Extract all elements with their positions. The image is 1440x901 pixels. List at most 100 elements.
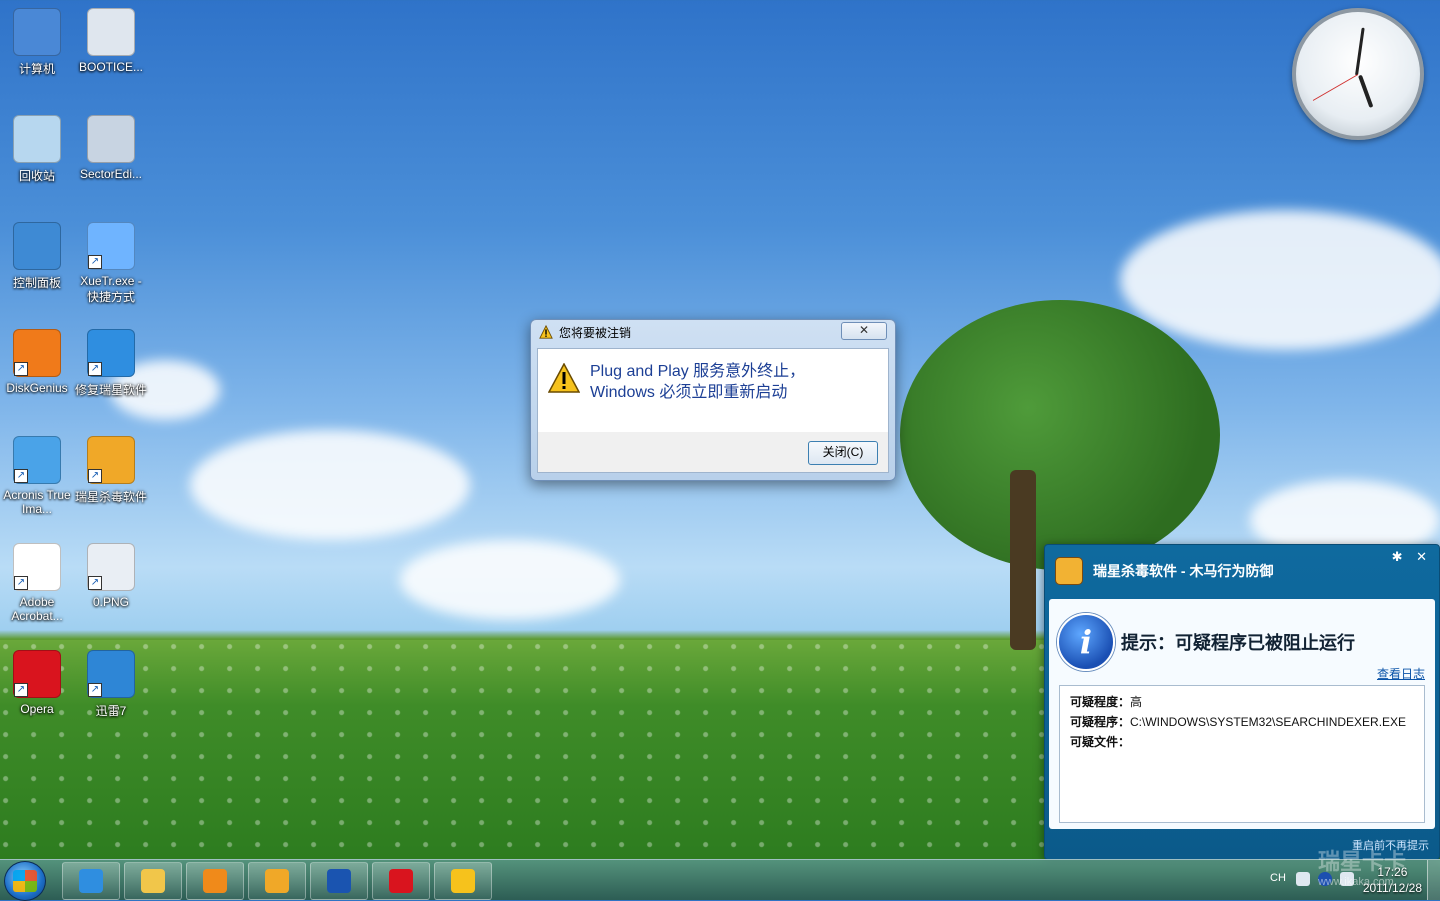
internet-explorer-icon (79, 869, 103, 893)
dialog-message-line-1: Plug and Play 服务意外终止， (590, 363, 806, 380)
media-player-task[interactable] (186, 862, 244, 900)
desktop-icon-label: SectorEdi... (79, 167, 143, 181)
desktop-icon-label: Acronis True Ima... (3, 488, 71, 516)
taskbar: CH 瑞星卡卡 www.ikaka.com 17:26 2011/12/28 (0, 849, 1440, 901)
detail-key: 可疑文件： (1070, 735, 1131, 749)
internet-explorer-task[interactable] (62, 862, 120, 900)
desktop-icon[interactable]: 控制面板 (0, 222, 74, 291)
desktop-icon-label: Opera (20, 702, 54, 716)
minute-hand (1355, 27, 1365, 76)
image-file-icon: ↗ (87, 543, 135, 591)
shortcut-arrow-icon: ↗ (88, 683, 102, 697)
start-button[interactable] (4, 861, 46, 901)
dialog-message-line-2: Windows 必须立即重新启动 (590, 384, 788, 401)
desktop: 计算机 BOOTICE... 回收站 SectorEdi... 控制面板 ↗ XueTr.e… (0, 0, 1440, 860)
detail-value: C:\WINDOWS\SYSTEM32\SEARCHINDEXER.EXE (1130, 715, 1407, 729)
opera-icon (389, 869, 413, 893)
security-task[interactable] (310, 862, 368, 900)
desktop-icon[interactable]: BOOTICE... (74, 8, 148, 74)
cloud (190, 430, 470, 540)
shortcut-arrow-icon: ↗ (14, 469, 28, 483)
media-player-icon (203, 869, 227, 893)
date: 2011/12/28 (1362, 881, 1422, 895)
desktop-icon[interactable]: ↗ 0.PNG (74, 543, 148, 609)
dialog-message: Plug and Play 服务意外终止， Windows 必须立即重新启动 (590, 361, 805, 403)
desktop-icon[interactable]: ↗ 瑞星杀毒软件 (74, 436, 148, 505)
desktop-icon-label: 修复瑞星软件 (74, 383, 147, 397)
opera-icon: ↗ (13, 650, 61, 698)
keyboard-icon[interactable] (1296, 872, 1310, 886)
warning-task[interactable] (434, 862, 492, 900)
detail-row: 可疑程序：C:\WINDOWS\SYSTEM32\SEARCHINDEXER.E… (1070, 712, 1414, 732)
second-hand (1312, 74, 1359, 101)
desktop-icon-label: 回收站 (18, 169, 55, 183)
detail-key: 可疑程序： (1070, 715, 1131, 729)
logoff-warning-dialog: 您将要被注销 ✕ Plug and Play 服务意外终止， Windows 必… (530, 319, 896, 481)
sector-editor-icon (87, 115, 135, 163)
rising-controls: ✱ ✕ (1392, 549, 1427, 565)
desktop-icon-label: DiskGenius (6, 381, 68, 395)
desktop-icon-label: 迅雷7 (95, 704, 127, 718)
desktop-icon[interactable]: ↗ DiskGenius (0, 329, 74, 395)
desktop-icon-label: 控制面板 (12, 276, 61, 290)
dialog-close-button[interactable]: ✕ (841, 322, 887, 340)
cloud (1120, 210, 1440, 350)
explorer-task[interactable] (124, 862, 182, 900)
rising-header: 瑞星杀毒软件 - 木马行为防御 (1045, 545, 1439, 597)
desktop-icon[interactable]: SectorEdi... (74, 115, 148, 181)
close-icon[interactable]: ✕ (1416, 549, 1427, 564)
hour-hand (1358, 74, 1374, 108)
rising-antivirus-icon: ↗ (87, 436, 135, 484)
desktop-icon[interactable]: ↗ Acronis True Ima... (0, 436, 74, 516)
info-icon: i (1057, 613, 1115, 671)
show-desktop-button[interactable] (1427, 860, 1440, 900)
rising-header-title: 瑞星杀毒软件 - 木马行为防御 (1093, 563, 1274, 579)
desktop-icon[interactable]: ↗ Adobe Acrobat... (0, 543, 74, 623)
shortcut-arrow-icon: ↗ (14, 362, 28, 376)
xunlei-icon: ↗ (87, 650, 135, 698)
view-log-link[interactable]: 查看日志 (1377, 665, 1425, 682)
desktop-icon-label: BOOTICE... (78, 60, 143, 74)
dialog-title: 您将要被注销 (559, 325, 632, 340)
rising-task[interactable] (248, 862, 306, 900)
shortcut-arrow-icon: ↗ (88, 576, 102, 590)
clock-gadget[interactable] (1292, 8, 1424, 140)
time: 17:26 (1377, 865, 1408, 879)
detail-value: 高 (1130, 695, 1143, 709)
desktop-icon[interactable]: ↗ 修复瑞星软件 (74, 329, 148, 398)
tree-trunk (1010, 470, 1036, 650)
desktop-icon[interactable]: ↗ Opera (0, 650, 74, 716)
shortcut-arrow-icon: ↗ (88, 362, 102, 376)
desktop-icon[interactable]: ↗ XueTr.exe - 快捷方式 (74, 222, 148, 305)
system-tray: CH 瑞星卡卡 www.ikaka.com 17:26 2011/12/28 (1230, 849, 1440, 900)
folder-icon (141, 869, 165, 893)
shortcut-arrow-icon: ↗ (14, 683, 28, 697)
dialog-body: Plug and Play 服务意外终止， Windows 必须立即重新启动 (537, 348, 889, 434)
rising-panel: i 提示：可疑程序已被阻止运行 查看日志 可疑程度：高 可疑程序：C:\WIND… (1049, 599, 1435, 829)
dialog-footer: 关闭(C) (537, 432, 889, 473)
taskbar-clock[interactable]: 17:26 2011/12/28 (1363, 864, 1422, 896)
control-panel-icon (13, 222, 61, 270)
tree (900, 300, 1220, 570)
close-button[interactable]: 关闭(C) (808, 441, 878, 465)
detail-row: 可疑文件： (1070, 732, 1414, 752)
xuetr-icon: ↗ (87, 222, 135, 270)
desktop-icon[interactable]: ↗ 迅雷7 (74, 650, 148, 719)
language-indicator[interactable]: CH (1270, 872, 1286, 884)
desktop-icon-label: 计算机 (18, 62, 55, 76)
opera-task[interactable] (372, 862, 430, 900)
settings-icon[interactable]: ✱ (1392, 549, 1403, 564)
internet-explorer-icon: ↗ (87, 329, 135, 377)
warning-icon (539, 325, 553, 339)
desktop-icon[interactable]: 回收站 (0, 115, 74, 184)
shortcut-arrow-icon: ↗ (88, 255, 102, 269)
detail-key: 可疑程度： (1070, 695, 1131, 709)
desktop-icon-label: 瑞星杀毒软件 (74, 490, 147, 504)
shortcut-arrow-icon: ↗ (88, 469, 102, 483)
rising-alert-popup: 瑞星杀毒软件 - 木马行为防御 ✱ ✕ i 提示：可疑程序已被阻止运行 查看日志… (1044, 544, 1440, 860)
desktop-icon[interactable]: 计算机 (0, 8, 74, 77)
rising-antivirus-icon (265, 869, 289, 893)
detail-row: 可疑程度：高 (1070, 692, 1414, 712)
desktop-icon-label: 0.PNG (92, 595, 129, 609)
computer-icon (13, 8, 61, 56)
